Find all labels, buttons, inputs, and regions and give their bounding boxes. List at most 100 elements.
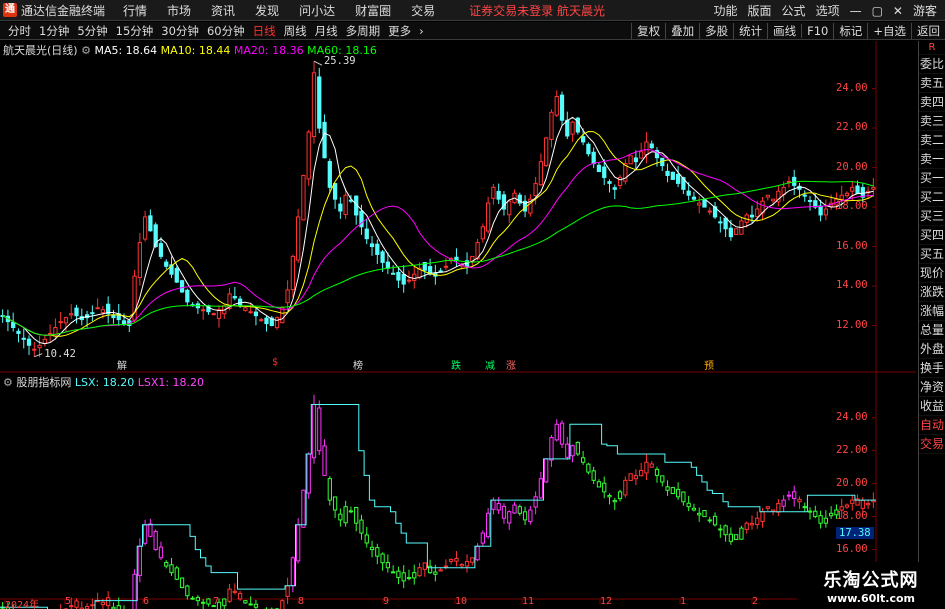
watermark: 乐淘公式网 www.60lt.com xyxy=(797,562,945,609)
menu-item-market[interactable]: 市场 xyxy=(167,2,191,19)
indicator-body xyxy=(438,569,443,572)
side-item-5[interactable]: 卖一 xyxy=(919,150,945,169)
menu-item-news[interactable]: 资讯 xyxy=(211,2,235,19)
side-item-20[interactable]: 交易 xyxy=(919,435,945,454)
indicator-body xyxy=(781,499,786,507)
side-item-19[interactable]: 自动 xyxy=(919,416,945,435)
indicator-body xyxy=(707,519,712,522)
toolbar-button-5[interactable]: F10 xyxy=(801,24,833,38)
settings-icon[interactable]: ⚙ xyxy=(81,44,94,57)
menu-item-discover[interactable]: 发现 xyxy=(255,2,279,19)
x-axis-label: 10 xyxy=(455,596,468,607)
side-item-11[interactable]: 现价 xyxy=(919,264,945,283)
toolbar-button-2[interactable]: 多股 xyxy=(699,23,733,39)
event-marker[interactable]: 涨 xyxy=(506,357,516,372)
indicator-body xyxy=(296,524,301,562)
indicator-body xyxy=(280,600,285,609)
candle-body xyxy=(507,200,512,216)
toolbar-button-3[interactable]: 统计 xyxy=(733,23,767,39)
candle-body xyxy=(818,205,823,216)
event-marker[interactable]: 减 xyxy=(485,357,495,372)
candle-body xyxy=(290,255,296,291)
menu-layout[interactable]: 版面 xyxy=(748,2,772,19)
candle-body xyxy=(95,307,100,310)
menu-function[interactable]: 功能 xyxy=(714,2,738,19)
indicator-body xyxy=(860,499,865,509)
menu-formula[interactable]: 公式 xyxy=(782,2,806,19)
restore-icon[interactable]: ▢ xyxy=(872,4,883,18)
event-marker[interactable]: 榜 xyxy=(353,357,363,372)
event-marker[interactable]: $ xyxy=(272,357,278,368)
menu-item-quotes[interactable]: 行情 xyxy=(123,2,147,19)
candle-body xyxy=(644,141,649,156)
side-item-1[interactable]: 卖五 xyxy=(919,74,945,93)
period-tab-5[interactable]: 60分钟 xyxy=(207,23,245,39)
toolbar-button-4[interactable]: 画线 xyxy=(767,23,801,39)
candle-body xyxy=(823,208,829,216)
x-axis-label: 1 xyxy=(680,596,687,607)
side-item-2[interactable]: 卖四 xyxy=(919,93,945,112)
indicator-body xyxy=(391,571,396,574)
side-item-13[interactable]: 涨幅 xyxy=(919,302,945,321)
side-item-15[interactable]: 外盘 xyxy=(919,340,945,359)
indicator-body xyxy=(639,469,644,477)
side-item-16[interactable]: 换手 xyxy=(919,359,945,378)
indicator-body xyxy=(728,533,734,542)
event-marker[interactable]: 预 xyxy=(704,357,714,372)
toolbar-button-6[interactable]: 标记 xyxy=(833,23,867,39)
indicator-body xyxy=(792,491,797,499)
indicator-body xyxy=(702,509,707,518)
period-tab-4[interactable]: 30分钟 xyxy=(161,23,199,39)
side-item-8[interactable]: 买三 xyxy=(919,207,945,226)
kline-chart-svg[interactable] xyxy=(0,41,916,609)
side-item-0[interactable]: 委比 xyxy=(919,55,945,74)
candle-body xyxy=(142,216,148,240)
menu-item-wealth[interactable]: 财富圈 xyxy=(355,2,391,19)
close-icon[interactable]: ✕ xyxy=(893,4,903,18)
menu-options[interactable]: 选项 xyxy=(816,2,840,19)
indicator-body xyxy=(649,463,654,468)
candle-body xyxy=(749,214,755,218)
side-item-12[interactable]: 涨跌 xyxy=(919,283,945,302)
event-marker[interactable]: 解 xyxy=(117,357,127,372)
indicator-body xyxy=(633,475,639,480)
toolbar-button-7[interactable]: +自选 xyxy=(867,23,911,39)
toolbar-button-0[interactable]: 复权 xyxy=(631,23,665,39)
guest-label[interactable]: 游客 xyxy=(913,2,937,19)
period-tab-10[interactable]: 更多 xyxy=(388,23,411,39)
period-tab-8[interactable]: 月线 xyxy=(315,23,338,39)
side-item-7[interactable]: 买二 xyxy=(919,188,945,207)
period-tab-3[interactable]: 15分钟 xyxy=(116,23,154,39)
period-tab-2[interactable]: 5分钟 xyxy=(77,23,107,39)
side-item-14[interactable]: 总量 xyxy=(919,321,945,340)
period-tab-9[interactable]: 多周期 xyxy=(346,23,381,39)
period-tab-1[interactable]: 1分钟 xyxy=(39,23,69,39)
minimize-icon[interactable]: — xyxy=(850,4,862,18)
side-item-3[interactable]: 卖三 xyxy=(919,112,945,131)
period-tab-7[interactable]: 周线 xyxy=(284,23,307,39)
menu-item-trade[interactable]: 交易 xyxy=(411,2,435,19)
menu-item-ask[interactable]: 问小达 xyxy=(299,2,335,19)
indicator-body xyxy=(770,509,776,512)
toolbar-button-8[interactable]: 返回 xyxy=(911,23,945,39)
side-item-17[interactable]: 净资 xyxy=(919,378,945,397)
chart-area[interactable]: 航天晨光(日线) ⚙ MA5: 18.64 MA10: 18.44 MA20: … xyxy=(0,41,945,609)
candle-body xyxy=(259,319,264,322)
sub-chart-title: ⚙ 股朋指标网 LSX: 18.20 LSX1: 18.20 xyxy=(3,374,204,390)
side-item-6[interactable]: 买一 xyxy=(919,169,945,188)
toolbar-button-1[interactable]: 叠加 xyxy=(665,23,699,39)
side-item-18[interactable]: 收益 xyxy=(919,397,945,416)
sub-settings-icon[interactable]: ⚙ xyxy=(3,376,16,389)
indicator-body xyxy=(380,553,385,564)
candle-body xyxy=(322,121,327,159)
more-chevron-icon[interactable]: › xyxy=(419,24,424,38)
candle-body xyxy=(364,228,369,240)
ma5-label: MA5: 18.64 xyxy=(94,44,158,57)
side-item-10[interactable]: 买五 xyxy=(919,245,945,264)
side-item-4[interactable]: 卖二 xyxy=(919,131,945,150)
event-marker[interactable]: 跌 xyxy=(451,357,461,372)
side-top-r[interactable]: R xyxy=(919,41,945,55)
period-tab-6[interactable]: 日线 xyxy=(253,23,276,39)
period-tab-0[interactable]: 分时 xyxy=(8,23,31,39)
side-item-9[interactable]: 买四 xyxy=(919,226,945,245)
